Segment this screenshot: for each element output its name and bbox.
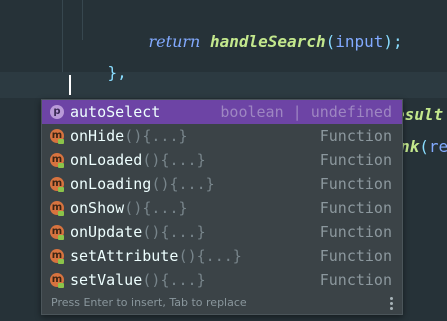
lock-icon — [58, 139, 64, 144]
completion-item-autoselect[interactable]: p autoSelect boolean | undefined — [42, 100, 402, 124]
insert-hint: Press Enter to insert, Tab to replace — [51, 296, 247, 309]
lock-icon — [58, 259, 64, 264]
current-line-highlight — [0, 72, 447, 98]
completion-item-type: Function — [319, 175, 392, 193]
completion-item-type: Function — [319, 127, 392, 145]
lock-icon — [58, 235, 64, 240]
completion-item-setvalue[interactable]: m setValue (){...} Function — [42, 268, 402, 292]
completion-item-signature: (){...} — [142, 223, 206, 241]
return-keyword: return — [148, 32, 201, 51]
completion-item-type: Function — [319, 247, 392, 265]
vertical-ellipsis-icon[interactable] — [390, 297, 394, 311]
completion-item-type: Function — [319, 271, 392, 289]
completion-item-signature: (){...} — [124, 127, 188, 145]
completion-item-signature: (){...} — [151, 175, 215, 193]
close-paren-semicolon: ); — [383, 32, 403, 51]
indent-guide — [82, 0, 83, 40]
completion-list: p autoSelect boolean | undefined m onHide(){… — [42, 100, 402, 292]
argument-input: input — [335, 32, 384, 51]
completion-item-signature: (){...} — [178, 247, 242, 265]
completion-item-onhide[interactable]: m onHide (){...} Function — [42, 124, 402, 148]
completion-item-setattribute[interactable]: m setAttribute (){...} Function — [42, 244, 402, 268]
lock-icon — [58, 187, 64, 192]
completion-item-name: autoSelect — [70, 103, 161, 121]
completion-item-onupdate[interactable]: m onUpdate (){...} Function — [42, 220, 402, 244]
completion-item-signature: (){...} — [142, 271, 206, 289]
completion-item-name: onUpdate — [70, 223, 143, 241]
completion-item-type: Function — [319, 199, 392, 217]
close-brace: } — [107, 63, 118, 82]
indent-guide — [62, 0, 63, 72]
completion-item-onloading[interactable]: m onLoading (){...} Function — [42, 172, 402, 196]
completion-item-onloaded[interactable]: m onLoaded (){...} Function — [42, 148, 402, 172]
lock-icon — [58, 211, 64, 216]
call-paren: ( — [419, 137, 429, 156]
completion-item-name: onLoaded — [70, 151, 143, 169]
completion-item-signature: (){...} — [142, 151, 206, 169]
completion-item-type: Function — [319, 151, 392, 169]
completion-item-type: Function — [319, 223, 392, 241]
code-fragment-call: nk(re — [400, 137, 447, 157]
comma: , — [117, 63, 127, 82]
completion-item-name: onHide — [70, 127, 125, 145]
completion-item-name: setValue — [70, 271, 143, 289]
arg-fragment: re — [428, 137, 447, 156]
open-paren: ( — [325, 32, 336, 51]
completion-item-name: onLoading — [70, 175, 152, 193]
property-icon: p — [50, 105, 64, 119]
function-name: handleSearch — [209, 32, 326, 51]
completion-item-signature: (){...} — [124, 199, 188, 217]
completion-item-name: onShow — [70, 199, 125, 217]
code-line-return: return handleSearch(input); — [110, 12, 403, 72]
lock-icon — [58, 163, 64, 168]
completion-item-type: boolean | undefined — [220, 103, 392, 121]
text-caret — [69, 75, 71, 95]
autocomplete-popup[interactable]: p autoSelect boolean | undefined m onHide(){… — [41, 99, 403, 315]
completion-item-onshow[interactable]: m onShow (){...} Function — [42, 196, 402, 220]
lock-icon — [58, 283, 64, 288]
completion-item-name: setAttribute — [70, 247, 179, 265]
code-line-close-brace: }, — [69, 43, 127, 103]
